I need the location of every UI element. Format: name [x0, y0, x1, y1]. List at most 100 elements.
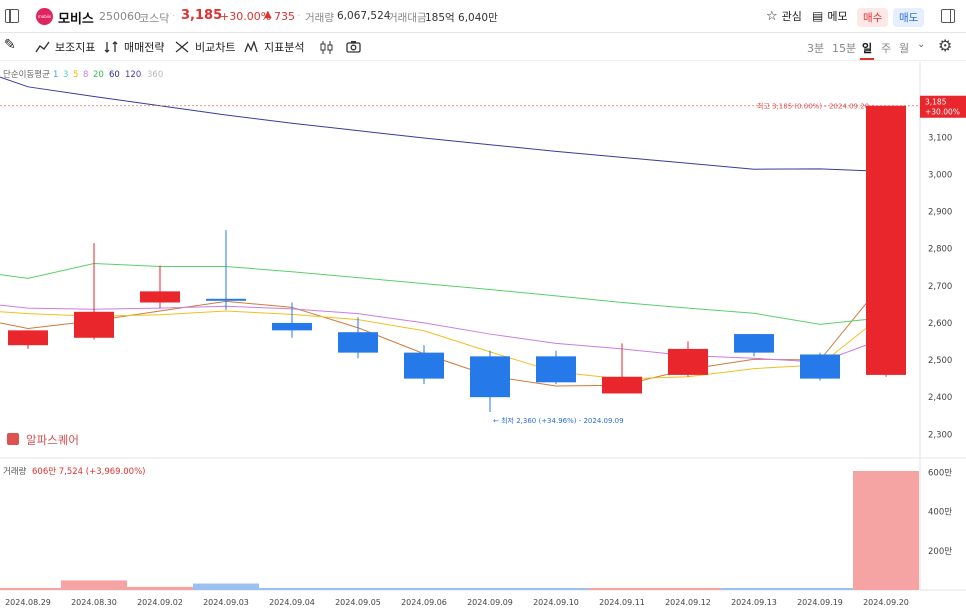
- memo-label: 메모: [827, 10, 848, 23]
- tool-strategy-label: 매매전략: [124, 41, 165, 54]
- max-price-note: 최고 3,185 (0.00%) - 2024.09.20 ←: [757, 102, 877, 111]
- candle-body[interactable]: [338, 332, 378, 353]
- memo-icon: ▤: [812, 9, 824, 23]
- candle-body[interactable]: [74, 311, 114, 338]
- volume-bar[interactable]: [655, 588, 721, 590]
- top-bar: mobiis 모비스 250060 코스닥 · 3,185 +30.00% ▲ …: [0, 0, 966, 33]
- candle-body[interactable]: [668, 348, 708, 375]
- x-tick-label: 2024.08.29: [5, 598, 51, 607]
- indicator-period: 20: [93, 70, 104, 80]
- indicator-period: 120: [125, 70, 141, 80]
- y-tick-label: 2,300: [928, 430, 952, 440]
- volume-bar[interactable]: [193, 583, 259, 590]
- candle-body[interactable]: [140, 291, 180, 303]
- candle-body[interactable]: [602, 376, 642, 394]
- watch-label: 관심: [781, 10, 802, 23]
- volume-bar[interactable]: [259, 588, 325, 590]
- tool-analysis-label: 지표분석: [264, 41, 305, 54]
- ma-line-120: [0, 76, 887, 172]
- volume-bar[interactable]: [589, 588, 655, 590]
- candle-body[interactable]: [470, 356, 510, 398]
- period-3min[interactable]: 3분: [807, 40, 824, 56]
- volume-bar[interactable]: [787, 588, 853, 590]
- y-tick-label: 2,900: [928, 208, 952, 218]
- volume-bar[interactable]: [853, 471, 919, 590]
- x-tick-label: 2024.09.09: [467, 598, 513, 607]
- candle-body[interactable]: [734, 334, 774, 353]
- memo-button[interactable]: ▤ 메모: [812, 8, 848, 24]
- tool-compare[interactable]: 비교차트: [175, 39, 235, 55]
- volume-bar[interactable]: [721, 588, 787, 590]
- indicator-period: 5: [73, 70, 78, 80]
- volume-y-tick: 400만: [928, 508, 952, 518]
- amount-value: 185억 6,040만: [425, 12, 498, 24]
- x-tick-label: 2024.09.06: [401, 598, 447, 607]
- current-price: 3,185: [181, 8, 223, 23]
- stock-chart[interactable]: 단순이동평균 1 3 5 8 20 60 120 360 3,100 3,000 2,900 2,800…: [0, 62, 966, 613]
- period-15min[interactable]: 15분: [832, 40, 856, 56]
- last-price-percent: +30.00%: [925, 108, 960, 117]
- candle-body[interactable]: [206, 298, 246, 301]
- min-price-note: ← 최저 2,360 (+34.96%) - 2024.09.09: [493, 416, 624, 425]
- candle-body[interactable]: [404, 352, 444, 379]
- indicator-icon: [35, 41, 50, 53]
- candle-body[interactable]: [866, 105, 906, 375]
- volume-bar[interactable]: [325, 588, 391, 590]
- pencil-icon[interactable]: ✎: [4, 37, 16, 53]
- indicator-period: 8: [83, 70, 88, 80]
- brand-logo-icon: [7, 433, 19, 445]
- volume-bar[interactable]: [523, 588, 589, 590]
- tool-compare-label: 비교차트: [195, 41, 236, 54]
- volume-bar[interactable]: [127, 586, 193, 590]
- settings-gear-icon[interactable]: ⚙: [938, 36, 952, 55]
- stock-code: 250060: [99, 10, 141, 23]
- volume-bar[interactable]: [391, 588, 457, 590]
- candle-body[interactable]: [536, 356, 576, 383]
- y-tick-label: 2,500: [928, 356, 952, 366]
- compare-icon: [175, 41, 189, 53]
- x-tick-label: 2024.09.10: [533, 598, 579, 607]
- tool-analysis[interactable]: 지표분석: [244, 39, 304, 55]
- x-tick-label: 2024.09.19: [797, 598, 843, 607]
- chevron-down-icon[interactable]: ⌄: [917, 39, 925, 50]
- change-amount: 735: [274, 10, 295, 23]
- indicator-period: 1: [53, 70, 58, 80]
- candlestick-icon[interactable]: [320, 41, 334, 54]
- candle-body[interactable]: [8, 330, 48, 346]
- y-tick-label: 2,400: [928, 393, 952, 403]
- volume-bar[interactable]: [61, 580, 127, 590]
- period-day[interactable]: 일: [862, 40, 872, 56]
- sell-button[interactable]: 매도: [893, 8, 925, 27]
- volume-legend-value: 606만 7,524 (+3,969.00%): [32, 467, 145, 477]
- buy-button[interactable]: 매수: [857, 8, 889, 27]
- panel-toggle-icon[interactable]: [936, 4, 960, 28]
- candle-body[interactable]: [800, 354, 840, 379]
- tool-strategy[interactable]: 매매전략: [104, 39, 164, 55]
- y-tick-label: 2,700: [928, 282, 952, 292]
- y-tick-label: 2,800: [928, 245, 952, 255]
- period-week[interactable]: 주: [881, 40, 891, 56]
- y-tick-label: 2,600: [928, 319, 952, 329]
- last-price-value: 3,185: [925, 98, 947, 107]
- stock-name: 모비스: [58, 12, 94, 27]
- indicator-label: 단순이동평균: [3, 69, 50, 80]
- x-tick-label: 2024.09.02: [137, 598, 183, 607]
- volume-bar[interactable]: [0, 588, 61, 590]
- x-tick-label: 2024.09.11: [599, 598, 645, 607]
- x-tick-label: 2024.09.03: [203, 598, 249, 607]
- tool-indicators[interactable]: 보조지표: [35, 39, 95, 55]
- camera-icon[interactable]: [346, 40, 361, 53]
- amount-label: 거래대금: [388, 12, 427, 24]
- sidebar-toggle-icon[interactable]: [0, 4, 24, 28]
- brand-name: 알파스퀘어: [26, 433, 79, 447]
- indicator-period: 3: [63, 70, 68, 80]
- period-month[interactable]: 월: [899, 40, 909, 56]
- x-tick-label: 2024.08.30: [71, 598, 117, 607]
- indicator-period: 360: [147, 70, 163, 80]
- candle-body[interactable]: [272, 322, 312, 331]
- strategy-icon: [104, 41, 118, 53]
- volume-value: 6,067,524: [337, 10, 391, 22]
- x-tick-label: 2024.09.12: [665, 598, 711, 607]
- volume-bar[interactable]: [457, 588, 523, 590]
- watch-button[interactable]: ☆ 관심: [766, 8, 802, 24]
